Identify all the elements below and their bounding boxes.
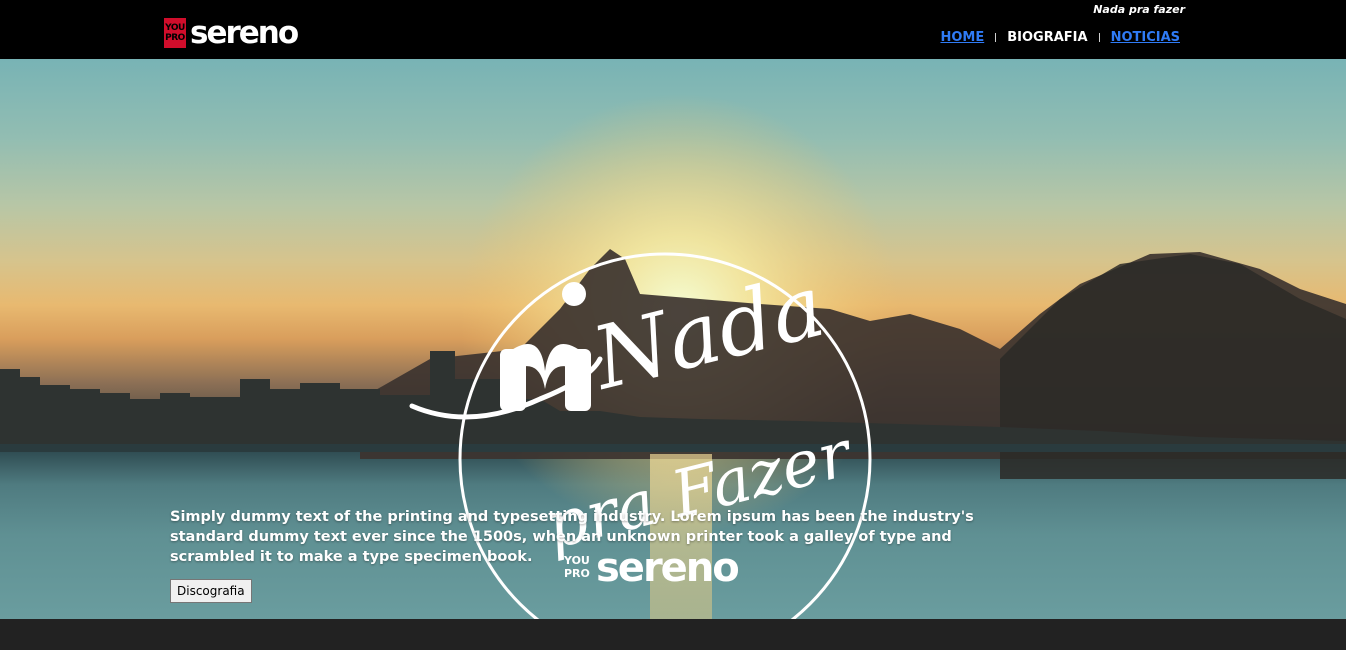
nav-divider bbox=[995, 33, 997, 42]
main-nav: HOME BIOGRAFIA NOTICIAS bbox=[940, 30, 1180, 45]
logo-wordmark: sereno bbox=[190, 15, 299, 51]
emblem-badge-bottom: PRO bbox=[564, 567, 590, 580]
hero-description: Simply dummy text of the printing and ty… bbox=[170, 509, 974, 565]
site-tagline: Nada pra fazer bbox=[1093, 3, 1185, 16]
footer-strip bbox=[0, 619, 1346, 650]
nav-divider bbox=[1098, 33, 1100, 42]
logo-badge-bottom: PRO bbox=[165, 33, 185, 43]
logo-badge: YOU PRO bbox=[164, 18, 186, 48]
site-header: YOU PRO sereno Nada pra fazer HOME BIOGR… bbox=[0, 0, 1346, 59]
logo-badge-top: YOU bbox=[165, 23, 185, 33]
nav-noticias-link[interactable]: NOTICIAS bbox=[1111, 30, 1180, 45]
site-logo[interactable]: YOU PRO sereno bbox=[164, 15, 299, 51]
hero-banner: Nada pra Fazer YOU PRO sereno Simply dum… bbox=[0, 59, 1346, 619]
nav-biografia-link[interactable]: BIOGRAFIA bbox=[1007, 30, 1087, 45]
shoreline bbox=[0, 444, 1346, 452]
nav-home-link[interactable]: HOME bbox=[940, 30, 984, 45]
discografia-button[interactable]: Discografia bbox=[170, 579, 252, 603]
